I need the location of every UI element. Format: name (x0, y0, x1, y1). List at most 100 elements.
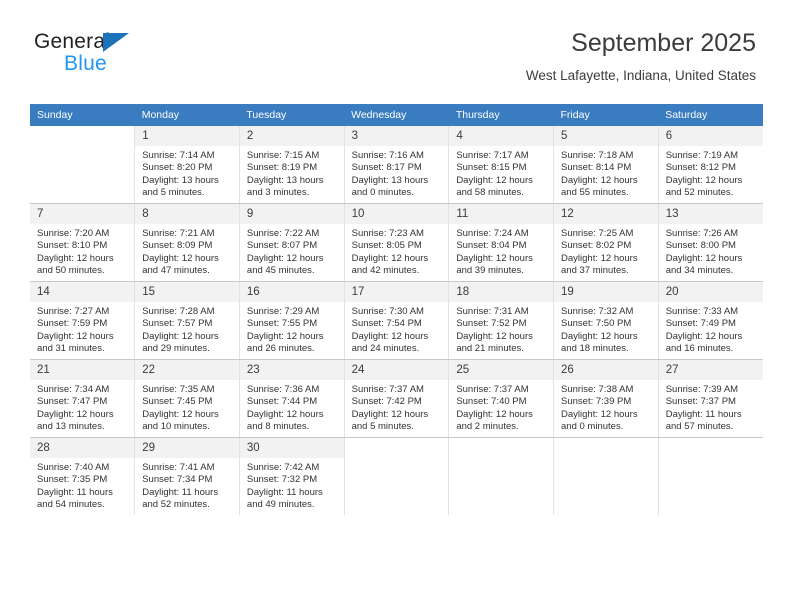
sunset-time: Sunset: 7:32 PM (246, 474, 318, 486)
day-details: Sunrise: 7:18 AM Sunset: 8:14 PM Daylight:… (554, 146, 658, 200)
sunset-time: Sunset: 8:19 PM (246, 162, 318, 174)
day-details: Sunrise: 7:20 AM Sunset: 8:10 PM Daylight:… (30, 224, 134, 278)
sunrise-sunset-calendar: Sunday Monday Tuesday Wednesday Thursday Frid… (30, 104, 763, 515)
calendar-day-cell[interactable]: 24 Sunrise: 7:37 AM Sunset: 7:42 PM Dayligh… (343, 359, 450, 438)
day-number: 4 (449, 126, 554, 146)
daylight-duration-line1: Daylight: 12 hours (665, 174, 743, 186)
weekday-header-monday: Monday (134, 104, 240, 126)
daylight-duration-line2: and 0 minutes. (351, 187, 414, 199)
daylight-duration-line2: and 45 minutes. (246, 265, 315, 277)
sunrise-time: Sunrise: 7:36 AM (246, 384, 320, 395)
daylight-duration-line2: and 52 minutes. (665, 187, 734, 199)
calendar-week-row: 7 Sunrise: 7:20 AM Sunset: 8:10 PM Daylight… (30, 203, 763, 282)
day-number: 25 (449, 360, 554, 380)
calendar-day-cell[interactable]: 30 Sunrise: 7:42 AM Sunset: 7:32 PM Dayligh… (238, 437, 345, 515)
calendar-day-cell[interactable]: 18 Sunrise: 7:31 AM Sunset: 7:52 PM Dayligh… (448, 281, 555, 360)
day-number: 13 (658, 204, 763, 224)
daylight-duration-line2: and 5 minutes. (142, 187, 205, 199)
day-details: Sunrise: 7:40 AM Sunset: 7:35 PM Daylight:… (30, 458, 134, 512)
sunrise-time: Sunrise: 7:42 AM (246, 462, 320, 473)
day-details: Sunrise: 7:29 AM Sunset: 7:55 PM Daylight:… (240, 302, 344, 356)
day-details: Sunrise: 7:25 AM Sunset: 8:02 PM Daylight:… (554, 224, 658, 278)
sunset-time: Sunset: 7:40 PM (456, 396, 527, 408)
day-details: Sunrise: 7:27 AM Sunset: 7:59 PM Daylight:… (30, 302, 134, 356)
sunrise-time: Sunrise: 7:37 AM (351, 384, 424, 395)
sunset-time: Sunset: 7:37 PM (665, 396, 736, 408)
calendar-day-cell[interactable]: 26 Sunrise: 7:38 AM Sunset: 7:39 PM Dayligh… (553, 359, 659, 438)
calendar-day-cell[interactable]: 6 Sunrise: 7:19 AM Sunset: 8:12 PM Daylight… (657, 126, 763, 204)
daylight-duration-line2: and 55 minutes. (561, 187, 629, 199)
sunset-time: Sunset: 8:17 PM (351, 162, 422, 174)
day-number: 28 (30, 438, 135, 458)
calendar-day-cell[interactable]: 29 Sunrise: 7:41 AM Sunset: 7:34 PM Dayligh… (134, 437, 240, 515)
sunset-time: Sunset: 8:15 PM (456, 162, 527, 174)
calendar-day-cell[interactable]: 2 Sunrise: 7:15 AM Sunset: 8:19 PM Daylight… (238, 126, 345, 204)
daylight-duration-line2: and 29 minutes. (142, 343, 210, 355)
calendar-day-cell[interactable]: 20 Sunrise: 7:33 AM Sunset: 7:49 PM Dayligh… (657, 281, 763, 360)
day-number: 27 (658, 360, 763, 380)
daylight-duration-line2: and 2 minutes. (456, 421, 519, 433)
daylight-duration-line1: Daylight: 12 hours (351, 408, 429, 420)
sunset-time: Sunset: 8:07 PM (246, 240, 318, 252)
calendar-page: General Blue September 2025 West Lafayet… (0, 0, 792, 612)
calendar-day-cell[interactable]: 11 Sunrise: 7:24 AM Sunset: 8:04 PM Dayligh… (448, 203, 555, 282)
daylight-duration-line2: and 24 minutes. (351, 343, 420, 355)
calendar-day-cell[interactable]: 7 Sunrise: 7:20 AM Sunset: 8:10 PM Daylight… (30, 203, 136, 282)
calendar-day-cell[interactable]: 8 Sunrise: 7:21 AM Sunset: 8:09 PM Daylight… (134, 203, 240, 282)
calendar-day-cell[interactable]: 4 Sunrise: 7:17 AM Sunset: 8:15 PM Daylight… (448, 126, 555, 204)
calendar-week-row: 14 Sunrise: 7:27 AM Sunset: 7:59 PM Dayligh… (30, 281, 763, 360)
daylight-duration-line1: Daylight: 13 hours (351, 174, 429, 186)
calendar-day-cell[interactable]: 14 Sunrise: 7:27 AM Sunset: 7:59 PM Dayligh… (30, 281, 136, 360)
daylight-duration-line2: and 10 minutes. (142, 421, 210, 433)
calendar-day-cell[interactable]: 28 Sunrise: 7:40 AM Sunset: 7:35 PM Dayligh… (30, 437, 136, 515)
day-number: 19 (554, 282, 658, 302)
daylight-duration-line2: and 52 minutes. (142, 499, 210, 511)
daylight-duration-line2: and 13 minutes. (37, 421, 105, 433)
sunset-time: Sunset: 7:34 PM (142, 474, 213, 486)
sunset-time: Sunset: 7:59 PM (37, 318, 108, 330)
calendar-day-cell[interactable]: 12 Sunrise: 7:25 AM Sunset: 8:02 PM Dayligh… (553, 203, 659, 282)
calendar-day-cell[interactable]: 16 Sunrise: 7:29 AM Sunset: 7:55 PM Dayligh… (238, 281, 345, 360)
sunset-time: Sunset: 8:14 PM (561, 162, 632, 174)
calendar-day-cell[interactable]: 22 Sunrise: 7:35 AM Sunset: 7:45 PM Dayligh… (134, 359, 240, 438)
day-number: 20 (658, 282, 763, 302)
calendar-day-cell[interactable]: 13 Sunrise: 7:26 AM Sunset: 8:00 PM Dayligh… (657, 203, 763, 282)
sunset-time: Sunset: 8:00 PM (665, 240, 736, 252)
calendar-day-cell[interactable]: 23 Sunrise: 7:36 AM Sunset: 7:44 PM Dayligh… (238, 359, 345, 438)
logo-text-general: General (34, 30, 111, 53)
sunrise-time: Sunrise: 7:34 AM (37, 384, 110, 395)
day-number: 29 (135, 438, 239, 458)
calendar-day-cell[interactable]: 5 Sunrise: 7:18 AM Sunset: 8:14 PM Daylight… (553, 126, 659, 204)
calendar-day-cell[interactable]: 1 Sunrise: 7:14 AM Sunset: 8:20 PM Daylight… (134, 126, 240, 204)
sunset-time: Sunset: 8:05 PM (351, 240, 422, 252)
sunrise-time: Sunrise: 7:27 AM (37, 306, 110, 317)
daylight-duration-line2: and 8 minutes. (246, 421, 310, 433)
weekday-header-friday: Friday (553, 104, 659, 126)
daylight-duration-line1: Daylight: 12 hours (142, 330, 219, 342)
sunrise-time: Sunrise: 7:18 AM (561, 150, 634, 161)
weekday-header-sunday: Sunday (30, 104, 135, 126)
day-number: 5 (554, 126, 658, 146)
calendar-day-cell[interactable]: 15 Sunrise: 7:28 AM Sunset: 7:57 PM Dayligh… (134, 281, 240, 360)
calendar-day-cell[interactable]: 25 Sunrise: 7:37 AM Sunset: 7:40 PM Dayligh… (448, 359, 555, 438)
sunrise-time: Sunrise: 7:19 AM (665, 150, 739, 161)
sunset-time: Sunset: 8:04 PM (456, 240, 527, 252)
calendar-day-cell[interactable]: 27 Sunrise: 7:39 AM Sunset: 7:37 PM Dayligh… (657, 359, 763, 438)
day-details: Sunrise: 7:24 AM Sunset: 8:04 PM Daylight:… (449, 224, 553, 278)
general-blue-logo[interactable]: General Blue (34, 30, 224, 82)
daylight-duration-line2: and 42 minutes. (351, 265, 420, 277)
calendar-day-cell[interactable]: 3 Sunrise: 7:16 AM Sunset: 8:17 PM Daylight… (343, 126, 450, 204)
weekday-header-tuesday: Tuesday (239, 104, 345, 126)
calendar-day-cell[interactable]: 9 Sunrise: 7:22 AM Sunset: 8:07 PM Daylight… (238, 203, 345, 282)
day-number: 23 (239, 360, 344, 380)
calendar-body: 1 Sunrise: 7:14 AM Sunset: 8:20 PM Daylight… (30, 126, 763, 515)
daylight-duration-line2: and 50 minutes. (37, 265, 105, 277)
day-details: Sunrise: 7:35 AM Sunset: 7:45 PM Daylight:… (135, 380, 239, 434)
sunrise-time: Sunrise: 7:35 AM (142, 384, 215, 395)
calendar-day-cell[interactable]: 19 Sunrise: 7:32 AM Sunset: 7:50 PM Dayligh… (553, 281, 659, 360)
calendar-day-cell[interactable]: 17 Sunrise: 7:30 AM Sunset: 7:54 PM Dayligh… (343, 281, 450, 360)
day-number: 24 (344, 360, 449, 380)
day-number: 18 (449, 282, 554, 302)
calendar-day-cell[interactable]: 10 Sunrise: 7:23 AM Sunset: 8:05 PM Dayligh… (343, 203, 450, 282)
calendar-day-cell[interactable]: 21 Sunrise: 7:34 AM Sunset: 7:47 PM Dayligh… (30, 359, 136, 438)
